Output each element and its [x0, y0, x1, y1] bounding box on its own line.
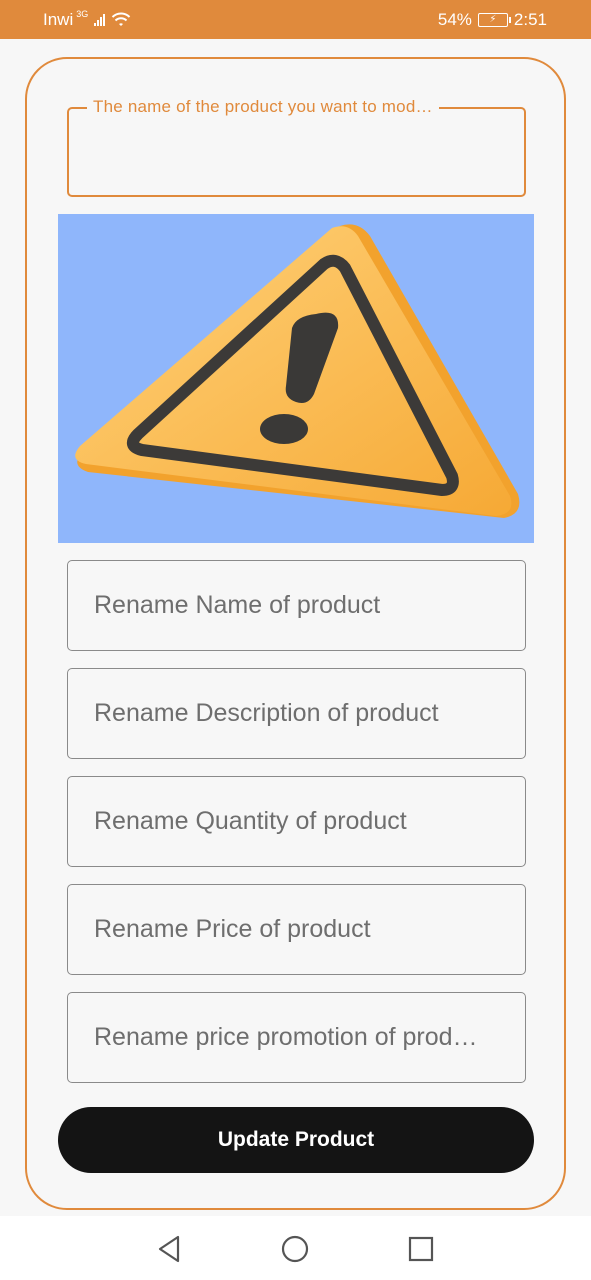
- back-button[interactable]: [154, 1234, 184, 1264]
- network-type: 3G: [76, 8, 89, 19]
- rename-description-field[interactable]: [67, 668, 526, 759]
- rename-name-input[interactable]: [94, 591, 514, 620]
- recents-icon: [408, 1236, 434, 1262]
- back-icon: [158, 1235, 180, 1263]
- product-name-input[interactable]: [89, 139, 504, 175]
- rename-promotion-price-input[interactable]: [94, 1023, 514, 1052]
- status-right: 54% ⚡ 2:51: [438, 10, 547, 30]
- carrier-name: Inwi: [43, 9, 74, 29]
- rename-quantity-field[interactable]: [67, 776, 526, 867]
- product-name-label: The name of the product you want to mod…: [87, 97, 439, 117]
- warning-triangle-icon: [75, 224, 520, 518]
- home-icon: [281, 1235, 309, 1263]
- wifi-icon: [112, 12, 131, 26]
- status-left: Inwi 3G: [43, 8, 131, 30]
- rename-promotion-price-field[interactable]: [67, 992, 526, 1083]
- rename-description-input[interactable]: [94, 699, 514, 728]
- signal-icon: [94, 13, 106, 26]
- warning-image: [58, 214, 534, 543]
- rename-price-input[interactable]: [94, 915, 514, 944]
- product-name-field[interactable]: The name of the product you want to mod…: [67, 97, 526, 197]
- battery-charging-icon: ⚡: [477, 12, 511, 27]
- home-button[interactable]: [280, 1234, 310, 1264]
- clock: 2:51: [513, 9, 547, 29]
- battery-percent: 54%: [437, 9, 472, 29]
- rename-price-field[interactable]: [67, 884, 526, 975]
- rename-quantity-input[interactable]: [94, 807, 514, 836]
- product-edit-card: The name of the product you want to mod…: [25, 57, 566, 1210]
- status-bar: Inwi 3G 54% ⚡ 2:51: [0, 0, 591, 39]
- rename-name-field[interactable]: [67, 560, 526, 651]
- update-product-button[interactable]: Update Product: [58, 1107, 534, 1173]
- recents-button[interactable]: [406, 1234, 436, 1264]
- system-nav-bar: [0, 1216, 591, 1280]
